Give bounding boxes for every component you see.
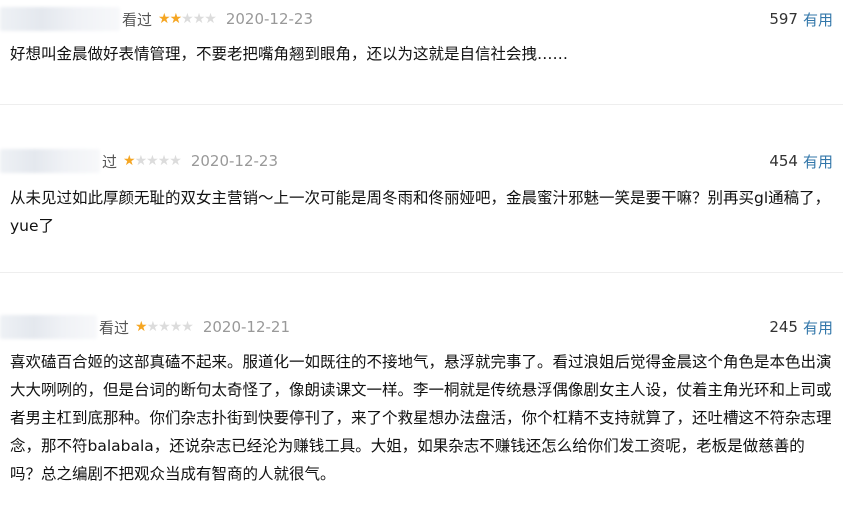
username-blurred[interactable]: [0, 149, 100, 173]
watch-status: 过: [102, 152, 118, 171]
review-text: 喜欢磕百合姬的这部真磕不起来。服道化一如既往的不接地气，悬浮就完事了。看过浪姐后…: [10, 353, 832, 483]
review-date: 2020-12-21: [202, 318, 291, 336]
star-empty-icon: ★: [146, 153, 159, 169]
star-filled-icon: ★: [169, 11, 183, 27]
review-date: 2020-12-23: [225, 10, 314, 28]
star-filled-icon: ★: [123, 153, 136, 169]
star-empty-icon: ★: [181, 319, 194, 335]
username-blurred[interactable]: [0, 315, 97, 339]
star-filled-icon: ★: [135, 319, 148, 335]
vote-area: 597 有用: [769, 8, 833, 30]
star-empty-icon: ★: [192, 11, 206, 27]
review-divider: [0, 272, 843, 273]
rating-stars: ★ ★ ★ ★ ★: [158, 11, 217, 27]
star-empty-icon: ★: [158, 319, 171, 335]
vote-area: 245 有用: [769, 316, 833, 338]
rating-stars: ★ ★ ★ ★ ★: [135, 319, 194, 335]
watch-status: 看过: [122, 10, 153, 29]
star-empty-icon: ★: [146, 319, 160, 335]
review-text: 好想叫金晨做好表情管理，不要老把嘴角翘到眼角，还以为这就是自信社会拽……: [10, 45, 569, 63]
star-empty-icon: ★: [169, 153, 182, 169]
star-empty-icon: ★: [134, 153, 148, 169]
review-divider: [0, 104, 843, 105]
review-date: 2020-12-23: [190, 152, 279, 170]
review-meta: 看过 ★ ★ ★ ★ ★ 2020-12-23: [0, 7, 314, 31]
watch-status: 看过: [99, 318, 130, 337]
useful-button[interactable]: 有用: [803, 151, 833, 172]
useful-count: 597: [769, 10, 798, 28]
star-empty-icon: ★: [181, 11, 194, 27]
review-text: 从未见过如此厚颜无耻的双女主营销～上一次可能是周冬雨和佟丽娅吧，金晨蜜汁邪魅一笑…: [10, 189, 831, 235]
vote-area: 454 有用: [769, 150, 833, 172]
review-meta: 看过 ★ ★ ★ ★ ★ 2020-12-21: [0, 315, 291, 339]
useful-count: 454: [769, 152, 798, 170]
star-filled-icon: ★: [158, 11, 171, 27]
rating-stars: ★ ★ ★ ★ ★: [123, 153, 182, 169]
useful-button[interactable]: 有用: [803, 9, 833, 30]
star-empty-icon: ★: [157, 153, 171, 169]
review-meta: 过 ★ ★ ★ ★ ★ 2020-12-23: [0, 149, 279, 173]
star-empty-icon: ★: [169, 319, 183, 335]
username-blurred[interactable]: [0, 7, 120, 31]
useful-count: 245: [769, 318, 798, 336]
star-empty-icon: ★: [204, 11, 217, 27]
useful-button[interactable]: 有用: [803, 317, 833, 338]
